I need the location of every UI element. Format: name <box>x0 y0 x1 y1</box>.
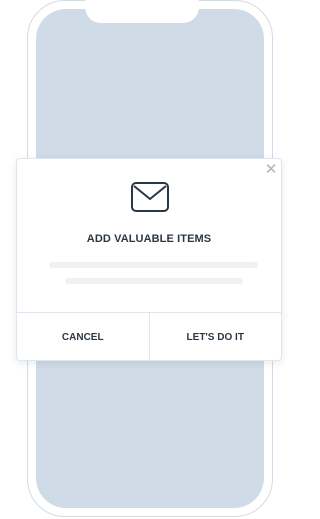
placeholder-line <box>65 278 243 284</box>
phone-notch <box>85 0 199 23</box>
placeholder-line <box>49 262 258 268</box>
modal-actions: CANCEL LET'S DO IT <box>17 312 281 362</box>
envelope-icon <box>131 182 169 212</box>
lets-do-it-button[interactable]: LET'S DO IT <box>150 313 282 362</box>
modal-title: ADD VALUABLE ITEMS <box>86 233 212 245</box>
modal-dialog: ✕ ADD VALUABLE ITEMS CANCEL LET'S DO IT <box>16 158 282 362</box>
cancel-button[interactable]: CANCEL <box>17 313 150 362</box>
stage: ✕ ADD VALUABLE ITEMS CANCEL LET'S DO IT <box>0 0 282 519</box>
close-icon[interactable]: ✕ <box>263 162 279 178</box>
